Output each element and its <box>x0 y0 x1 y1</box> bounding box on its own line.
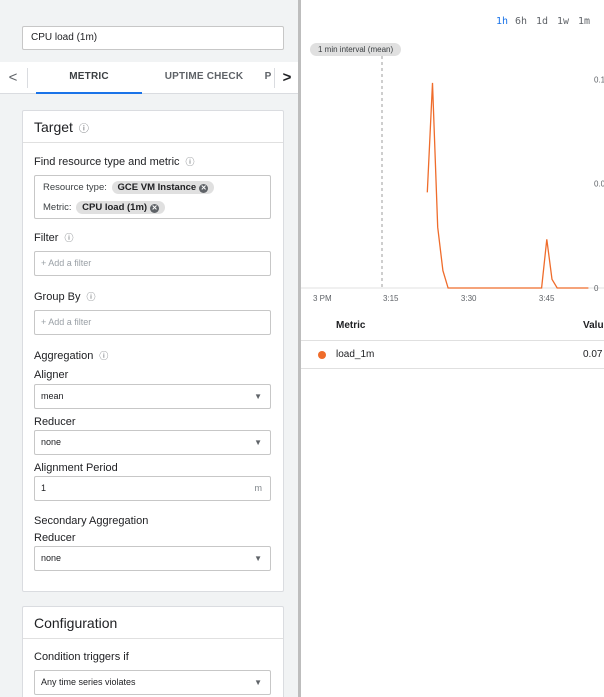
tab-divider <box>27 68 28 88</box>
dropdown-arrow-icon: ▼ <box>254 438 262 447</box>
series-line-load_1m <box>426 82 589 289</box>
x-tick-label: 3:45 <box>539 294 555 303</box>
target-title: Target ⓘ <box>23 111 283 143</box>
secondary-reducer-label: Reducer <box>34 532 76 544</box>
condition-triggers-select[interactable]: Any time series violates ▼ <box>34 670 271 695</box>
range-1w-button[interactable]: 1w <box>557 16 569 27</box>
x-tick-label: 3:15 <box>383 294 399 303</box>
metric-chart: 3 PM 3:15 3:30 3:45 0.1 0.0 0 <box>301 50 604 303</box>
range-1h-button[interactable]: 1h <box>496 16 508 27</box>
series-name: load_1m <box>336 349 375 360</box>
legend-table-header: Metric Valu <box>301 312 604 341</box>
resource-tabs: < METRIC UPTIME CHECK P > <box>0 62 298 94</box>
tab-divider <box>274 68 275 88</box>
metric-column-header: Metric <box>336 320 366 331</box>
tab-metric[interactable]: METRIC <box>36 62 142 94</box>
series-color-dot <box>318 351 326 359</box>
group-by-label: Group By ⓘ <box>34 291 96 303</box>
y-tick-label: 0.0 <box>594 180 604 189</box>
help-icon[interactable]: ⓘ <box>79 124 89 135</box>
table-row[interactable]: load_1m 0.07 <box>301 341 604 369</box>
chart-preview-panel: 1h 6h 1d 1w 1m 3 PM 3:15 3:30 3:45 0.1 0.0 0 … <box>301 0 604 697</box>
reducer-label: Reducer <box>34 416 76 428</box>
aggregation-label: Aggregation ⓘ <box>34 350 109 362</box>
alignment-period-unit: m <box>254 483 263 493</box>
tab-partial[interactable]: P <box>262 62 274 94</box>
series-value: 0.07 <box>583 349 603 360</box>
metric-chip[interactable]: CPU load (1m) ✕ <box>76 201 166 214</box>
tab-prev-arrow-icon[interactable]: < <box>4 68 22 88</box>
range-6h-button[interactable]: 6h <box>515 16 527 27</box>
configuration-card: Configuration Condition triggers if Any … <box>22 606 284 697</box>
dropdown-arrow-icon: ▼ <box>254 392 262 401</box>
resource-metric-selector[interactable]: Resource type: GCE VM Instance ✕ Metric: … <box>34 175 271 219</box>
metric-row: Metric: CPU load (1m) ✕ <box>43 201 166 214</box>
help-icon[interactable]: ⓘ <box>99 351 108 361</box>
help-icon[interactable]: ⓘ <box>86 292 95 302</box>
range-1d-button[interactable]: 1d <box>536 16 548 27</box>
resource-type-chip[interactable]: GCE VM Instance ✕ <box>111 181 215 194</box>
x-tick-label: 3:30 <box>461 294 477 303</box>
help-icon[interactable]: ⓘ <box>64 233 73 243</box>
aligner-label: Aligner <box>34 369 69 381</box>
x-tick-label: 3 PM <box>313 294 332 303</box>
dropdown-arrow-icon: ▼ <box>254 554 262 563</box>
configuration-title: Configuration <box>23 607 283 639</box>
tab-uptime-check[interactable]: UPTIME CHECK <box>146 62 262 94</box>
y-tick-label: 0.1 <box>594 75 604 84</box>
tab-next-arrow-icon[interactable]: > <box>278 68 296 88</box>
condition-triggers-label: Condition triggers if <box>34 651 129 663</box>
filter-label: Filter ⓘ <box>34 232 74 244</box>
alignment-period-label: Alignment Period <box>34 462 118 474</box>
remove-chip-icon[interactable]: ✕ <box>150 204 160 213</box>
y-tick-label: 0 <box>594 284 599 293</box>
target-card: Target ⓘ Find resource type and metric ⓘ R… <box>22 110 284 592</box>
interval-chip: 1 min interval (mean) <box>310 43 402 56</box>
aligner-select[interactable]: mean ▼ <box>34 384 271 409</box>
value-column-header: Valu <box>583 320 604 331</box>
condition-title-input[interactable]: CPU load (1m) <box>22 26 284 50</box>
help-icon[interactable]: ⓘ <box>186 157 195 167</box>
remove-chip-icon[interactable]: ✕ <box>199 184 209 193</box>
condition-editor-panel: CPU load (1m) < METRIC UPTIME CHECK P > … <box>0 0 298 697</box>
filter-input[interactable]: + Add a filter <box>34 251 271 276</box>
range-1m-button[interactable]: 1m <box>578 16 590 27</box>
resource-type-row: Resource type: GCE VM Instance ✕ <box>43 181 215 194</box>
secondary-reducer-select[interactable]: none ▼ <box>34 546 271 571</box>
secondary-aggregation-label: Secondary Aggregation <box>34 515 149 527</box>
alignment-period-input[interactable]: 1m <box>34 476 271 501</box>
find-resource-label: Find resource type and metric ⓘ <box>34 156 195 168</box>
group-by-input[interactable]: + Add a filter <box>34 310 271 335</box>
dropdown-arrow-icon: ▼ <box>254 678 262 687</box>
reducer-select[interactable]: none ▼ <box>34 430 271 455</box>
